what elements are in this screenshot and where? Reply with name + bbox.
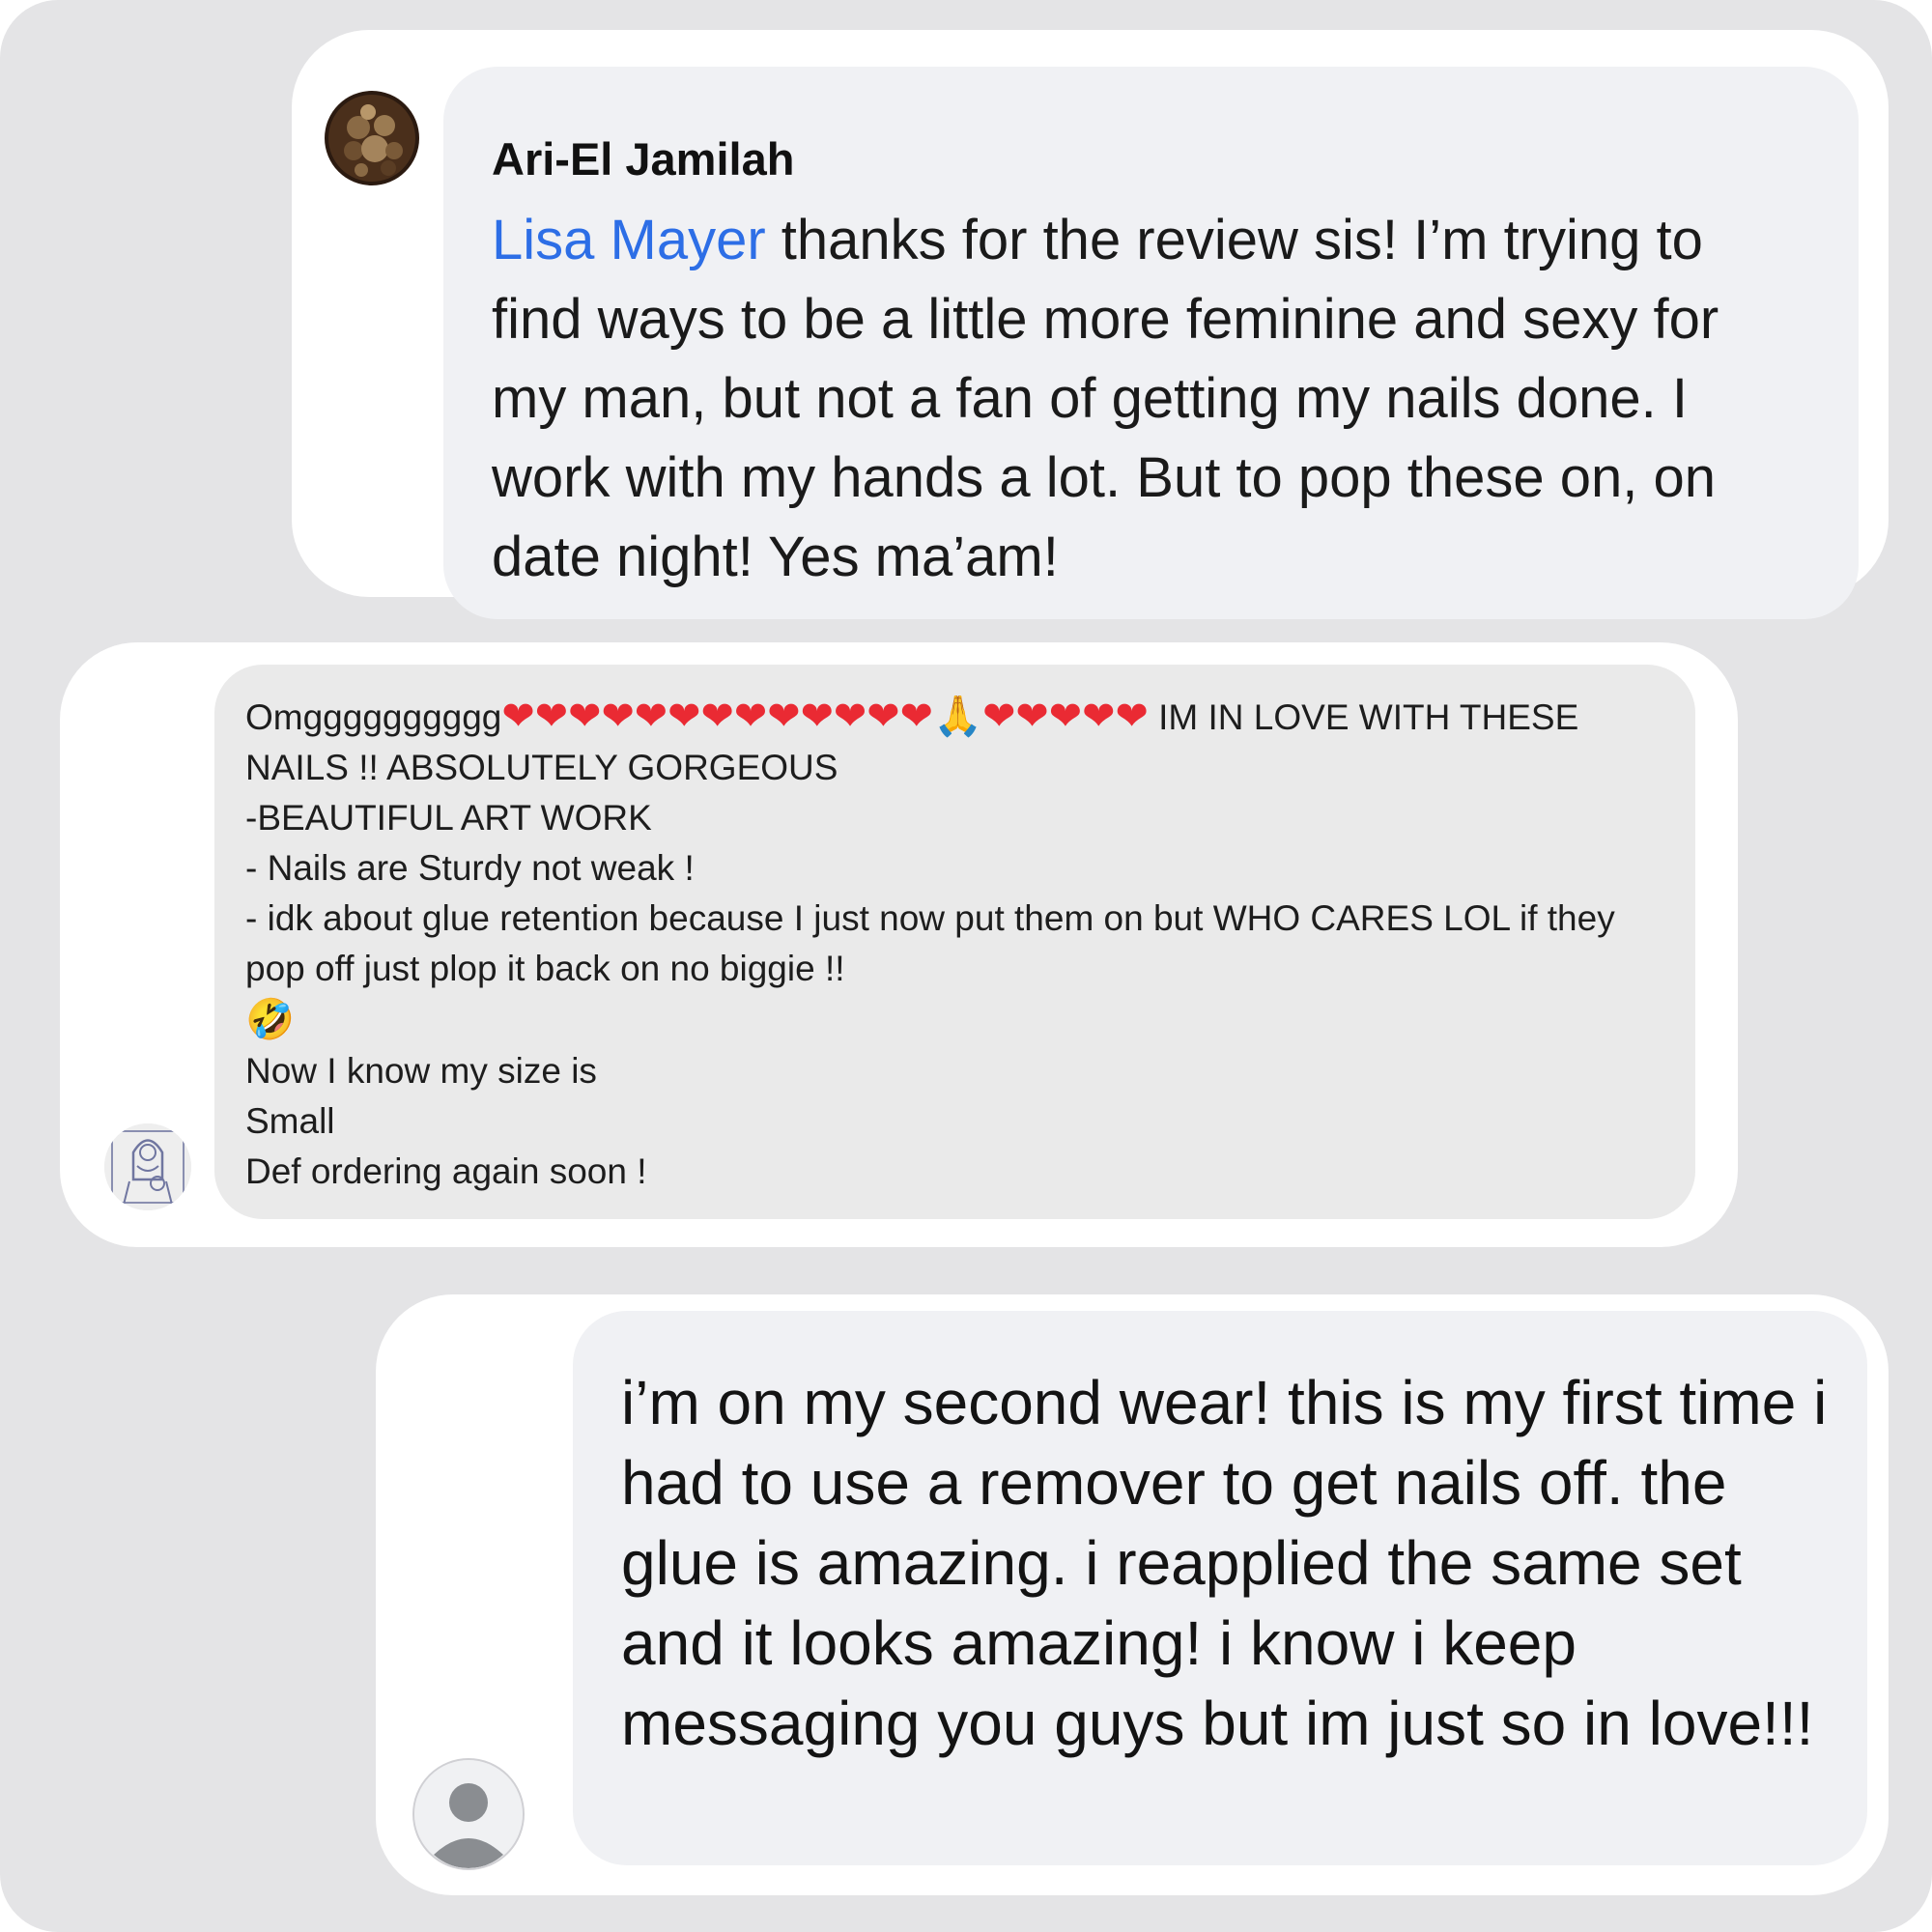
comment-body: IM IN LOVE WITH THESE NAILS !! ABSOLUTEL… — [245, 697, 1615, 988]
default-profile-icon — [414, 1760, 523, 1868]
heart-emoji: ❤❤❤❤❤ — [982, 694, 1149, 738]
avatar[interactable] — [325, 91, 419, 185]
comment-author[interactable]: Ari-El Jamilah — [492, 136, 1808, 182]
comment-card-3: i’m on my second wear! this is my first … — [376, 1294, 1889, 1895]
laugh-emoji: 🤣 — [245, 997, 296, 1041]
mention-link[interactable]: Lisa Mayer — [492, 209, 766, 271]
comment-card-2: Omgggggggggg❤❤❤❤❤❤❤❤❤❤❤❤❤🙏❤❤❤❤❤ IM IN LO… — [60, 642, 1738, 1247]
comment-card-1: Ari-El Jamilah Lisa Mayer thanks for the… — [292, 30, 1889, 619]
pray-emoji: 🙏 — [933, 694, 983, 738]
comment-bubble: Ari-El Jamilah Lisa Mayer thanks for the… — [443, 67, 1859, 619]
comment-prefix: Omgggggggggg — [245, 697, 502, 737]
comment-text: Omgggggggggg❤❤❤❤❤❤❤❤❤❤❤❤❤🙏❤❤❤❤❤ IM IN LO… — [245, 691, 1657, 1197]
screenshot-canvas: Ari-El Jamilah Lisa Mayer thanks for the… — [0, 0, 1932, 1932]
comment-body-continued: Now I know my size is Small Def ordering… — [245, 1051, 647, 1191]
avatar[interactable] — [412, 1758, 525, 1870]
comment-bubble: i’m on my second wear! this is my first … — [573, 1311, 1867, 1865]
comment-text: i’m on my second wear! this is my first … — [621, 1368, 1828, 1758]
heart-emoji: ❤❤❤❤❤❤❤❤❤❤❤❤❤ — [501, 694, 933, 738]
comment-bubble: Omgggggggggg❤❤❤❤❤❤❤❤❤❤❤❤❤🙏❤❤❤❤❤ IM IN LO… — [214, 665, 1695, 1219]
avatar[interactable] — [104, 1123, 191, 1210]
comment-text: Lisa Mayer thanks for the review sis! I’… — [492, 201, 1808, 597]
